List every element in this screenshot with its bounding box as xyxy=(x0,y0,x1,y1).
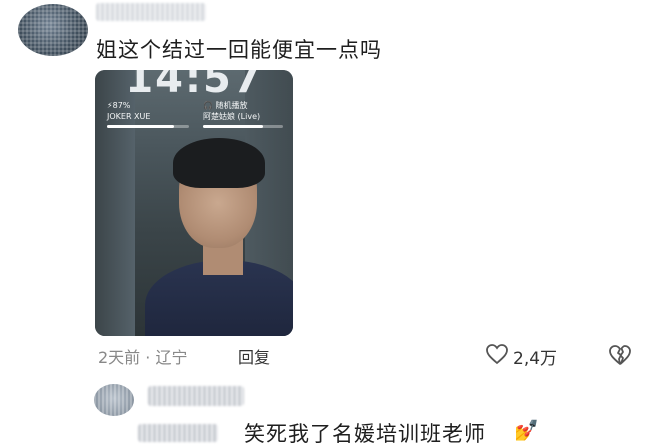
music-progress-fill xyxy=(203,125,263,128)
commenter-avatar[interactable] xyxy=(18,4,88,56)
reply-text: 笑死我了名媛培训班老师 xyxy=(244,422,486,446)
comment-location: 辽宁 xyxy=(155,348,188,367)
comment-time: 2天前 xyxy=(98,348,141,367)
song-title-label: 阿楚姑娘 (Live) xyxy=(203,112,261,121)
widget-progress-fill xyxy=(107,125,175,128)
meta-separator: · xyxy=(145,348,151,367)
like-count: 2,4万 xyxy=(513,348,558,369)
reply-button[interactable]: 回复 xyxy=(238,344,270,368)
heart-icon[interactable] xyxy=(485,343,509,369)
music-app-label: 🎧 随机播放 xyxy=(203,101,248,110)
lockscreen-clock: 14:57 xyxy=(125,70,263,102)
widget-progress-bar xyxy=(107,125,189,128)
comment-meta: 2天前 · 辽宁 xyxy=(98,344,187,368)
reply-username-blurred-2 xyxy=(138,424,218,442)
lockscreen-widget-left: ⚡87% JOKER XUE xyxy=(107,100,189,128)
battery-label: ⚡87% xyxy=(107,101,131,110)
broken-heart-icon[interactable] xyxy=(608,345,632,370)
person-hair xyxy=(173,138,265,188)
comment-text: 姐这个结过一回能便宜一点吗 xyxy=(96,38,382,62)
comment-image[interactable]: 14:57 ⚡87% JOKER XUE 🎧 随机播放 阿楚姑娘 (Live) xyxy=(95,70,293,336)
dislike-button[interactable] xyxy=(608,344,632,370)
commenter-username-blurred[interactable] xyxy=(96,3,206,21)
widget-name-label: JOKER XUE xyxy=(107,112,151,121)
lockscreen-widget-right: 🎧 随机播放 阿楚姑娘 (Live) xyxy=(203,100,283,128)
reply-username-blurred[interactable] xyxy=(148,386,244,406)
reply-avatar[interactable] xyxy=(94,384,134,416)
music-progress-bar xyxy=(203,125,283,128)
like-button[interactable]: 2,4万 xyxy=(485,343,557,369)
nail-polish-emoji-icon: 💅 xyxy=(514,418,539,442)
